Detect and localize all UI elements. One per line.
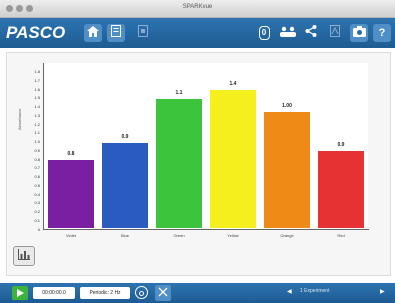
elapsed-time: 00:00:00.0 [33, 287, 75, 299]
start-button[interactable] [12, 286, 28, 300]
y-tick-label: 0.3 [34, 200, 40, 206]
camera-icon [352, 24, 366, 42]
chevron-left-icon: ◀ [287, 289, 292, 295]
home-button[interactable] [84, 24, 102, 42]
bar-green[interactable] [154, 97, 204, 229]
bar-violet[interactable] [46, 159, 96, 229]
x-category-label: Yellow [227, 233, 239, 238]
y-tick-label: 0.6 [34, 174, 40, 180]
y-tick-label: 1.6 [34, 86, 40, 92]
y-tick-label: 0.2 [34, 209, 40, 215]
bar-blue[interactable] [100, 141, 150, 229]
x-category-label: Orange [280, 233, 294, 238]
play-icon [16, 284, 24, 302]
bar-orange[interactable] [262, 111, 312, 229]
tools-button[interactable] [155, 285, 171, 301]
bar-value-label: 0.9 [337, 142, 345, 149]
x-category-label: Violet [66, 233, 76, 238]
y-tick-label: 0.1 [34, 217, 40, 223]
journal-icon [111, 24, 121, 42]
bottom-toolbar: 00:00:00.0 Periodic: 2 Hz ◀ 1 Experiment… [0, 283, 395, 303]
tools-icon [158, 284, 168, 302]
help-icon: ? [378, 27, 386, 39]
y-tick-label: 0 [37, 226, 40, 232]
x-axis-line [43, 229, 369, 230]
bar-value-label: 0.9 [121, 133, 129, 140]
hardware-setup-button[interactable] [279, 24, 297, 42]
y-tick-label: 0.8 [34, 156, 40, 162]
gear-icon [138, 284, 145, 302]
bar-red[interactable] [316, 150, 366, 229]
main-toolbar: PASCO 0 ? [0, 18, 395, 48]
x-category-label: Red [337, 233, 345, 238]
sampling-mode[interactable]: Periodic: 2 Hz [80, 287, 130, 299]
y-tick-label: 1.1 [34, 130, 40, 136]
bar-value-label: 1.1 [175, 89, 183, 96]
page-indicator: 1 Experiment [300, 288, 330, 294]
next-page-button[interactable]: ▶ [380, 288, 385, 295]
y-tick-label: 0.5 [34, 182, 40, 188]
bar-value-label: 0.8 [67, 151, 75, 158]
graph-tools-button[interactable] [13, 246, 35, 266]
y-axis-label: Absorbance [17, 108, 22, 130]
zero-sensor-button[interactable]: 0 [255, 24, 273, 42]
x-category-label: Green [173, 233, 185, 238]
y-tick-label: 1.0 [34, 139, 40, 145]
zero-icon: 0 [258, 26, 270, 40]
help-button[interactable]: ? [373, 24, 391, 42]
home-icon [87, 24, 99, 42]
snapshot-button[interactable] [134, 24, 152, 42]
journal-button[interactable] [107, 24, 125, 42]
share-icon [305, 24, 317, 42]
previous-page-button[interactable]: ◀ [287, 288, 292, 295]
y-axis-line [43, 63, 44, 230]
y-tick-label: 1.5 [34, 95, 40, 101]
camera-button[interactable] [350, 24, 368, 42]
snapshot-icon [138, 24, 148, 42]
bar-value-label: 1.00 [282, 103, 292, 110]
y-tick-label: 0.7 [34, 165, 40, 171]
bar-yellow[interactable] [208, 89, 258, 229]
y-tick-label: 1.8 [34, 69, 40, 75]
share-button[interactable] [302, 24, 320, 42]
y-tick-label: 0.9 [34, 147, 40, 153]
bar-chart-icon [18, 247, 30, 265]
x-category-label: Blue [120, 233, 129, 238]
y-tick-label: 1.3 [34, 112, 40, 118]
calibrate-button[interactable] [326, 24, 344, 42]
window-titlebar: SPARKvue [0, 0, 395, 18]
y-tick-label: 1.2 [34, 121, 40, 127]
sensors-icon [280, 24, 296, 42]
window-title: SPARKvue [182, 4, 213, 10]
calibrate-icon [330, 24, 340, 42]
y-tick-label: 0.4 [34, 191, 40, 197]
y-tick-label: 1.4 [34, 104, 40, 110]
sampling-options-button[interactable] [135, 286, 148, 299]
brand-logo: PASCO [6, 23, 66, 42]
y-tick-label: 1.7 [34, 77, 40, 83]
bar-value-label: 1.4 [229, 81, 237, 88]
chevron-right-icon: ▶ [380, 289, 385, 295]
